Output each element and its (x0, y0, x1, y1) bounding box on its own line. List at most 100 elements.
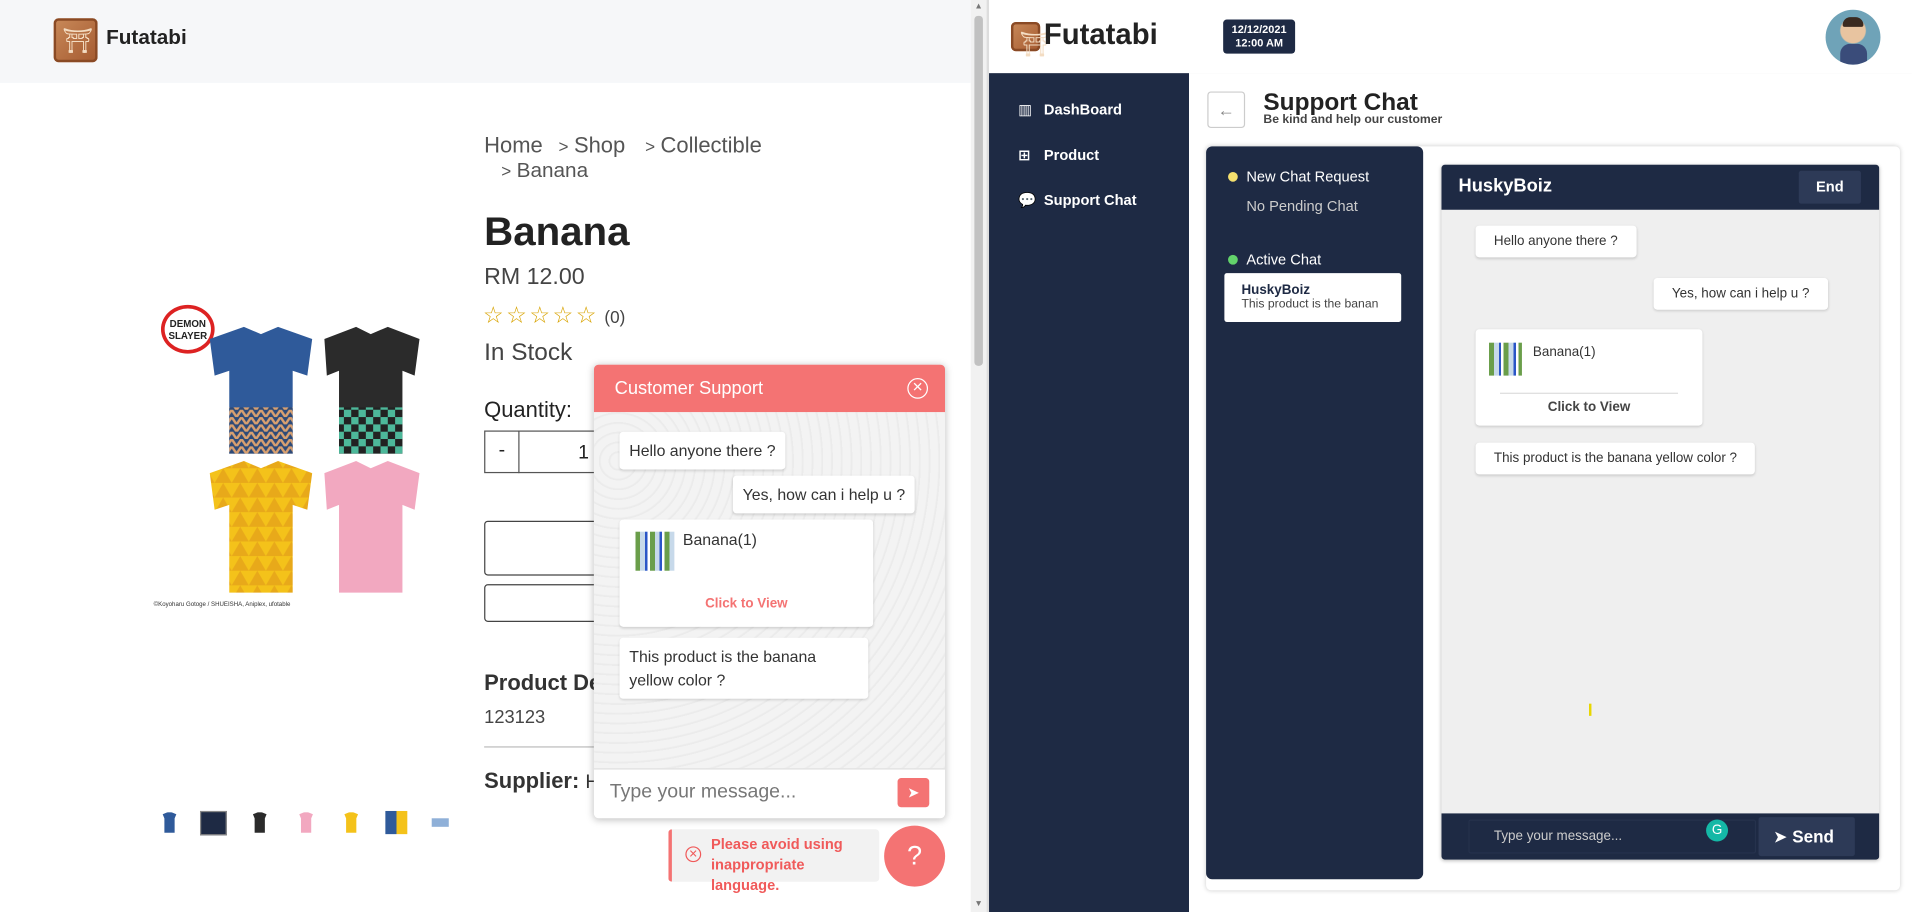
text-cursor (1589, 703, 1592, 716)
sidebar-item-label: Product (1043, 146, 1100, 164)
tshirts-illustration (209, 326, 420, 593)
storefront-pane: Futatabi DEMON SLAYER ©Koyoharu Gotoge /… (0, 0, 971, 912)
thumbnail-1[interactable] (162, 812, 177, 833)
sidebar-item-label: Support Chat (1043, 191, 1137, 209)
product-card-link[interactable]: Click to View (1476, 400, 1703, 415)
scrollbar-thumb[interactable] (974, 15, 983, 366)
chat-input-bar: Type your message... G ➤ Send (1441, 813, 1880, 860)
back-arrow-icon: ← (1217, 99, 1235, 120)
product-card-thumbnail (635, 531, 675, 571)
send-button[interactable]: ➤ Send (1758, 817, 1855, 857)
product-card-name: Banana(1) (682, 530, 757, 549)
stock-status: In Stock (484, 339, 573, 366)
end-chat-button[interactable]: End (1798, 170, 1861, 204)
chat-icon: 💬 (1018, 191, 1037, 209)
sidebar-item-dashboard[interactable]: ▥ DashBoard (1018, 101, 1122, 118)
scrollbar[interactable]: ▲ ▼ (970, 0, 987, 912)
datetime-badge: 12/12/2021 12:00 AM (1223, 19, 1296, 54)
sidebar-item-label: DashBoard (1043, 101, 1122, 119)
chat-message: Hello anyone there ? (1475, 225, 1636, 258)
chat-help-icon[interactable]: ? (884, 825, 946, 887)
send-icon[interactable]: ➤ (897, 778, 930, 808)
breadcrumb-separator: > (645, 136, 656, 157)
breadcrumb-home[interactable]: Home (484, 133, 543, 157)
product-card[interactable]: Banana(1) Click to View (619, 519, 874, 627)
chat-widget-input[interactable]: Type your message... (610, 782, 797, 804)
breadcrumb-collectible-wrap: > Collectible (645, 133, 762, 159)
chat-window-header: HuskyBoiz End (1441, 164, 1880, 210)
rating: ☆☆☆☆☆ (0) (483, 302, 625, 330)
active-chat-label: Active Chat (1246, 251, 1322, 269)
active-chat-item[interactable]: HuskyBoiz This product is the banan (1224, 273, 1402, 322)
thumbnail-strip (156, 809, 455, 838)
chat-message: Yes, how can i help u ? (732, 475, 915, 514)
buy-now-button[interactable] (484, 584, 600, 622)
thumbnail-2[interactable] (199, 810, 227, 836)
breadcrumb-separator: > (501, 160, 512, 181)
scroll-up-icon[interactable]: ▲ (974, 2, 982, 11)
sidebar-item-support-chat[interactable]: 💬 Support Chat (1018, 191, 1136, 208)
product-card-link[interactable]: Click to View (620, 596, 874, 611)
scroll-down-icon[interactable]: ▼ (974, 900, 982, 909)
chart-icon: ▥ (1018, 101, 1033, 119)
chat-message: Hello anyone there ? (619, 431, 786, 470)
add-to-cart-button[interactable] (484, 520, 600, 576)
pending-dot-icon (1228, 171, 1238, 182)
customer-support-chat-widget: Customer Support ✕ Hello anyone there ? … (593, 364, 946, 819)
breadcrumb-collectible[interactable]: Collectible (661, 133, 762, 157)
sidebar-item-product[interactable]: ⊞ Product (1018, 146, 1099, 163)
send-label: Send (1792, 826, 1834, 847)
description-value: 123123 (484, 707, 546, 729)
page-subtitle: Be kind and help our customer (1263, 113, 1443, 127)
supplier-label: Supplier: (484, 768, 580, 793)
admin-brand[interactable]: Futatabi (1044, 18, 1158, 52)
quantity-decrement-button[interactable]: - (484, 430, 520, 474)
close-icon[interactable]: ✕ (907, 378, 929, 399)
time-text: 12:00 AM (1235, 36, 1284, 49)
active-dot-icon (1228, 254, 1238, 265)
chat-input-placeholder: Type your message... (1493, 829, 1623, 844)
admin-pane: Futatabi 12/12/2021 12:00 AM ▥ DashBoard … (989, 0, 1912, 912)
send-icon: ➤ (1773, 826, 1788, 847)
chat-window: HuskyBoiz End Hello anyone there ? Yes, … (1441, 164, 1880, 860)
chat-user-name: HuskyBoiz (1458, 175, 1553, 197)
box-icon: ⊞ (1018, 146, 1031, 164)
product-main-image: DEMON SLAYER ©Koyoharu Gotoge / SHUEISHA… (154, 302, 434, 613)
chat-message: This product is the banana yellow color … (1475, 442, 1756, 475)
new-chat-request-label: New Chat Request (1246, 168, 1370, 186)
store-logo-icon[interactable] (53, 18, 98, 63)
rating-count: (0) (604, 307, 626, 327)
breadcrumb-separator: > (558, 136, 569, 157)
thumbnail-4[interactable] (299, 812, 313, 833)
chat-message: This product is the banana yellow color … (619, 637, 869, 699)
chat-list: New Chat Request No Pending Chat Active … (1206, 146, 1424, 880)
product-card[interactable]: Banana(1) Click to View (1475, 329, 1703, 426)
product-price: RM 12.00 (484, 264, 585, 291)
no-pending-text: No Pending Chat (1246, 197, 1358, 215)
divider (484, 746, 600, 748)
product-card-divider (1499, 392, 1679, 394)
thumbnail-7[interactable] (431, 818, 449, 827)
breadcrumb: Home (484, 133, 543, 159)
date-text: 12/12/2021 (1231, 23, 1287, 36)
admin-sidebar: ▥ DashBoard ⊞ Product 💬 Support Chat (989, 73, 1190, 912)
supplier: Supplier: He (484, 768, 610, 794)
product-title: Banana (484, 208, 630, 254)
grammarly-icon[interactable]: G (1706, 819, 1729, 842)
image-credit: ©Koyoharu Gotoge / SHUEISHA, Aniplex, uf… (153, 601, 291, 609)
thumbnail-6[interactable] (385, 810, 408, 835)
rating-stars-icon[interactable]: ☆☆☆☆☆ (483, 304, 599, 330)
back-button[interactable]: ← (1207, 91, 1246, 129)
thumbnail-5[interactable] (344, 812, 359, 833)
warning-close-icon[interactable]: ✕ (685, 846, 702, 863)
store-brand[interactable]: Futatabi (106, 26, 187, 50)
avatar[interactable] (1825, 9, 1881, 65)
warning-text: Please avoid using inappropriate languag… (710, 835, 843, 894)
quantity-input[interactable]: 1 (518, 430, 599, 474)
breadcrumb-shop[interactable]: Shop (574, 133, 625, 157)
admin-logo-icon[interactable] (1010, 21, 1050, 60)
chat-widget-input-bar: Type your message... (593, 768, 946, 819)
active-chat-preview: This product is the banan (1241, 297, 1379, 311)
quantity-label: Quantity: (484, 397, 573, 422)
thumbnail-3[interactable] (252, 812, 267, 833)
